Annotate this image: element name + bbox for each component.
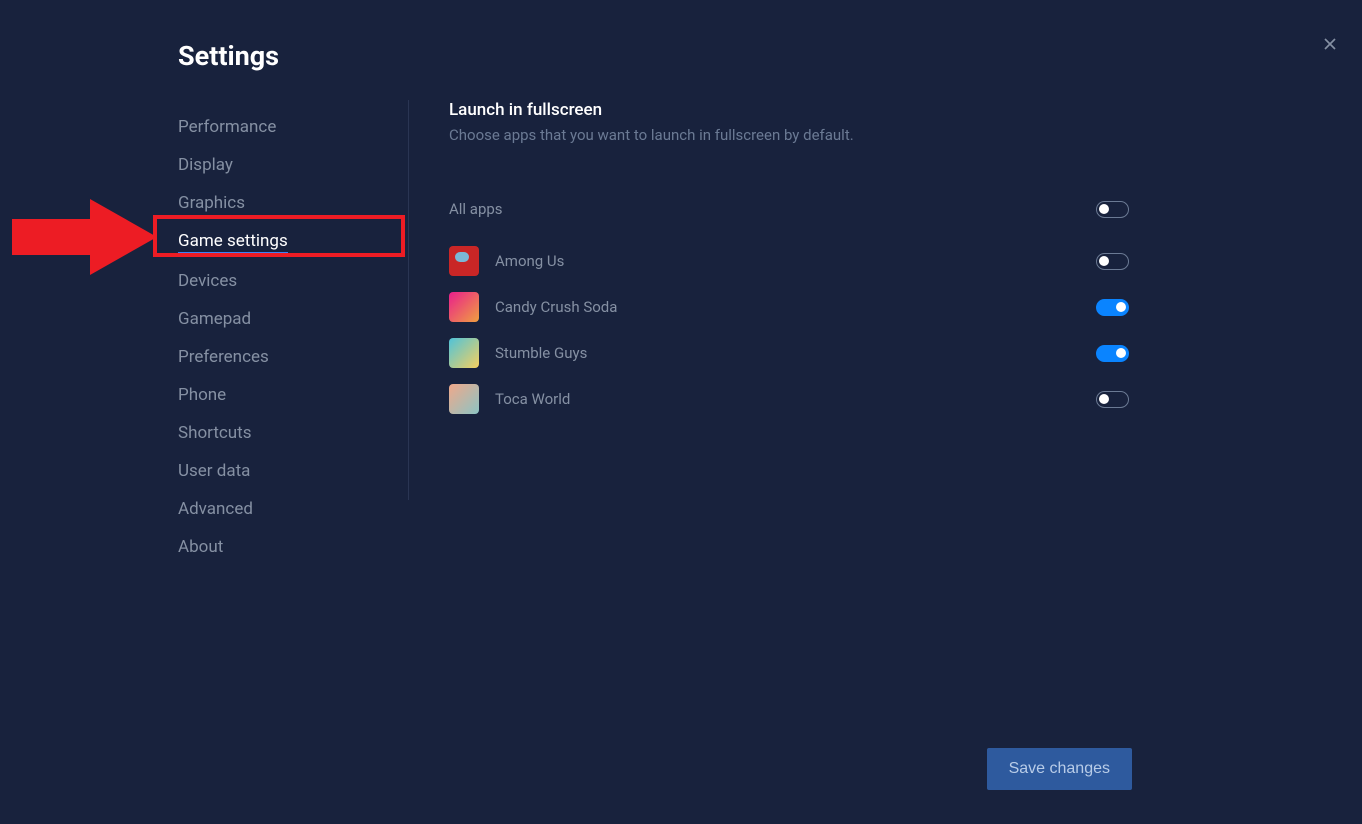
sidebar-item-label: Display: [178, 155, 233, 175]
section-title: Launch in fullscreen: [449, 100, 1129, 120]
all-apps-toggle[interactable]: [1096, 201, 1129, 218]
page-title: Settings: [178, 40, 279, 72]
app-name-label: Among Us: [495, 252, 1096, 270]
app-row: Among Us: [449, 246, 1129, 276]
sidebar-item-game-settings[interactable]: Game settings: [178, 222, 408, 262]
all-apps-label: All apps: [449, 200, 1096, 218]
close-icon: [1320, 34, 1340, 54]
sidebar-item-display[interactable]: Display: [178, 146, 408, 184]
app-icon-candy-crush: [449, 292, 479, 322]
save-changes-button[interactable]: Save changes: [987, 748, 1132, 790]
app-name-label: Stumble Guys: [495, 344, 1096, 362]
sidebar-item-label: User data: [178, 461, 250, 481]
sidebar-item-shortcuts[interactable]: Shortcuts: [178, 414, 408, 452]
close-button[interactable]: [1318, 32, 1342, 56]
sidebar-item-label: Shortcuts: [178, 423, 252, 443]
sidebar-item-devices[interactable]: Devices: [178, 262, 408, 300]
sidebar-item-label: Performance: [178, 117, 276, 137]
app-icon-among-us: [449, 246, 479, 276]
annotation-arrow-icon: [12, 194, 157, 280]
sidebar-item-label: Gamepad: [178, 309, 251, 329]
sidebar-item-label: Graphics: [178, 193, 245, 213]
sidebar-item-label: Phone: [178, 385, 226, 405]
app-name-label: Candy Crush Soda: [495, 298, 1096, 316]
settings-sidebar: Performance Display Graphics Game settin…: [178, 108, 408, 566]
app-name-label: Toca World: [495, 390, 1096, 408]
sidebar-divider: [408, 100, 409, 500]
sidebar-item-preferences[interactable]: Preferences: [178, 338, 408, 376]
app-row: Toca World: [449, 384, 1129, 414]
sidebar-item-phone[interactable]: Phone: [178, 376, 408, 414]
app-toggle-toca-world[interactable]: [1096, 391, 1129, 408]
app-icon-toca-world: [449, 384, 479, 414]
sidebar-item-about[interactable]: About: [178, 528, 408, 566]
app-row: Candy Crush Soda: [449, 292, 1129, 322]
section-description: Choose apps that you want to launch in f…: [449, 126, 1129, 144]
app-toggle-among-us[interactable]: [1096, 253, 1129, 270]
sidebar-item-performance[interactable]: Performance: [178, 108, 408, 146]
sidebar-item-gamepad[interactable]: Gamepad: [178, 300, 408, 338]
app-toggle-stumble-guys[interactable]: [1096, 345, 1129, 362]
app-icon-stumble-guys: [449, 338, 479, 368]
app-toggle-candy-crush[interactable]: [1096, 299, 1129, 316]
sidebar-item-label: About: [178, 537, 223, 557]
all-apps-row: All apps: [449, 194, 1129, 224]
sidebar-item-label: Advanced: [178, 499, 253, 519]
app-row: Stumble Guys: [449, 338, 1129, 368]
sidebar-item-label: Preferences: [178, 347, 269, 367]
content-panel: Launch in fullscreen Choose apps that yo…: [449, 100, 1129, 430]
sidebar-item-label: Devices: [178, 271, 237, 291]
sidebar-item-advanced[interactable]: Advanced: [178, 490, 408, 528]
sidebar-item-label: Game settings: [178, 231, 288, 253]
sidebar-item-graphics[interactable]: Graphics: [178, 184, 408, 222]
sidebar-item-user-data[interactable]: User data: [178, 452, 408, 490]
